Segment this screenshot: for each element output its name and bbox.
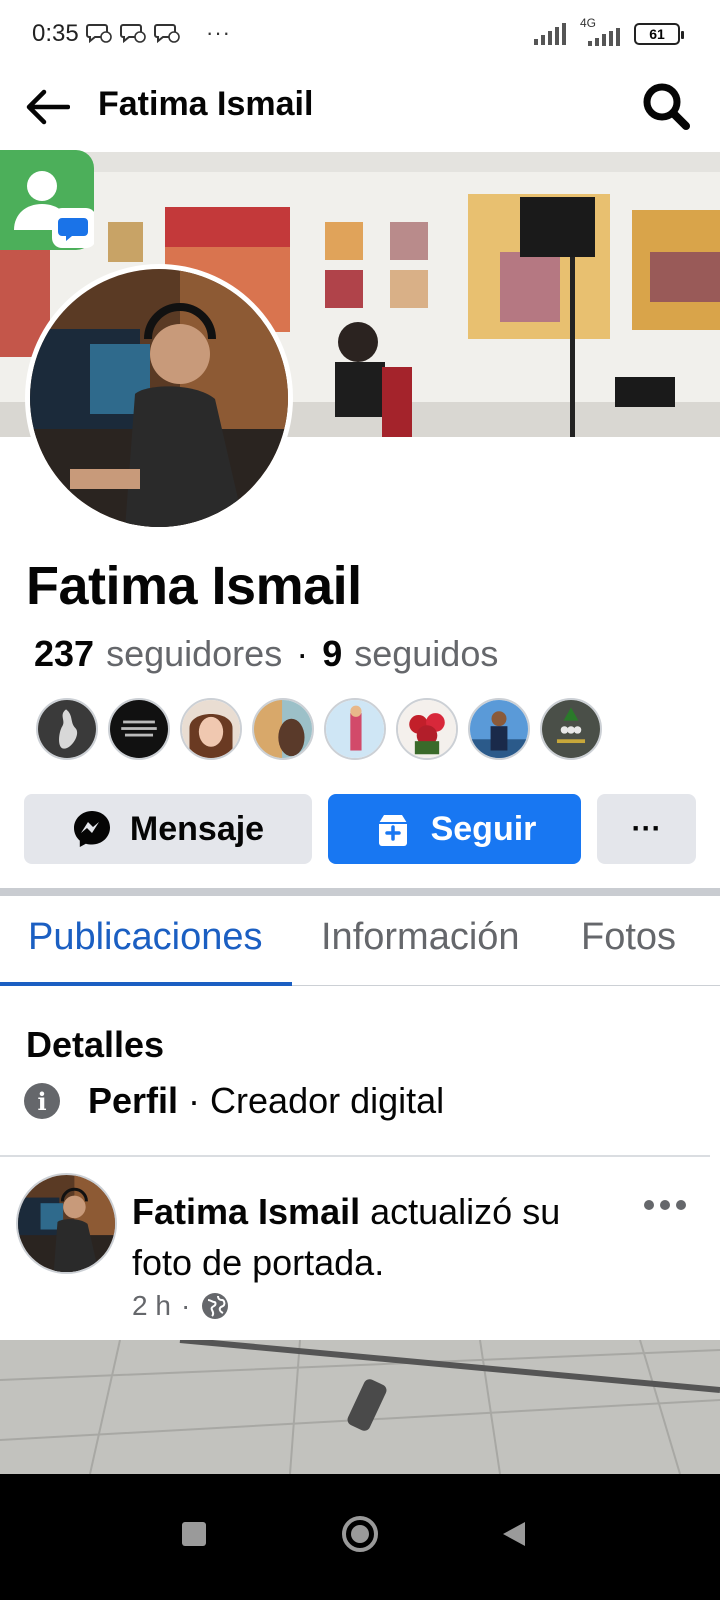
- battery-icon: 61: [634, 23, 684, 45]
- follow-button-label: Seguir: [430, 809, 537, 848]
- page-title: Fatima Ismail: [98, 85, 314, 123]
- arrow-left-icon: [26, 89, 70, 125]
- battery-level: 61: [649, 26, 665, 42]
- post-author-name[interactable]: Fatima Ismail: [132, 1191, 360, 1232]
- message-button[interactable]: Mensaje: [24, 794, 312, 864]
- follower-avatar[interactable]: [324, 698, 386, 760]
- back-nav-button[interactable]: [484, 1504, 544, 1564]
- circle-icon: [342, 1516, 378, 1552]
- following-label[interactable]: seguidos: [354, 633, 498, 675]
- chat-notification-icon: [120, 24, 146, 44]
- follower-avatar[interactable]: [108, 698, 170, 760]
- profile-stats: 237 seguidores · 9 seguidos: [34, 633, 498, 675]
- contact-icon: [14, 171, 96, 248]
- tab-fotos[interactable]: Fotos: [581, 916, 676, 959]
- status-indicators: 4G 61: [534, 16, 684, 46]
- signal-icon: [534, 23, 566, 45]
- profile-actions: Mensaje Seguir ···: [24, 794, 696, 864]
- post-meta: 2 h ·: [132, 1290, 230, 1322]
- messenger-icon: [73, 811, 110, 847]
- follower-avatar[interactable]: [540, 698, 602, 760]
- details-heading: Detalles: [26, 1024, 165, 1065]
- profile-avatar[interactable]: [25, 264, 293, 532]
- post-header-text: Fatima Ismail actualizó su foto de porta…: [132, 1186, 612, 1288]
- divider: [0, 1155, 710, 1157]
- chat-notification-icon: [154, 24, 180, 44]
- followers-label[interactable]: seguidores: [106, 633, 282, 675]
- follow-icon: [378, 815, 407, 846]
- back-button[interactable]: [22, 82, 72, 132]
- tab-informacion[interactable]: Información: [321, 916, 520, 959]
- follower-avatar[interactable]: [180, 698, 242, 760]
- meta-separator: ·: [180, 1290, 191, 1321]
- square-icon: [182, 1522, 206, 1546]
- follower-avatars: [36, 698, 602, 760]
- signal-icon: [588, 28, 620, 46]
- chat-notification-icon: [86, 24, 112, 44]
- tab-publicaciones[interactable]: Publicaciones: [28, 916, 262, 959]
- category-value: · Creador digital: [188, 1080, 445, 1121]
- follower-avatar[interactable]: [396, 698, 458, 760]
- message-button-label: Mensaje: [129, 809, 265, 848]
- more-options-label: ···: [631, 812, 662, 845]
- top-app-bar: Fatima Ismail: [0, 70, 720, 152]
- profile-name: Fatima Ismail: [26, 556, 362, 616]
- follower-avatar[interactable]: [468, 698, 530, 760]
- notification-icons: ···: [86, 22, 231, 44]
- globe-icon: [202, 1293, 229, 1319]
- search-icon: [643, 83, 690, 130]
- mobile-data-indicator: 4G: [578, 16, 622, 46]
- post-author-avatar[interactable]: [16, 1173, 117, 1274]
- follower-avatar[interactable]: [36, 698, 98, 760]
- home-button[interactable]: [330, 1504, 390, 1564]
- more-options-button[interactable]: ···: [597, 794, 696, 864]
- system-navigation-bar: [0, 1474, 720, 1600]
- search-button[interactable]: [638, 78, 694, 134]
- status-bar: 0:35 ··· 4G 61: [0, 0, 720, 70]
- followers-count[interactable]: 237: [34, 633, 94, 675]
- more-horizontal-icon: [644, 1200, 686, 1210]
- section-divider: [0, 888, 720, 896]
- triangle-back-icon: [503, 1522, 525, 1546]
- post-more-button[interactable]: [640, 1190, 690, 1220]
- details-category-row: i Perfil · Creador digital: [24, 1080, 444, 1122]
- following-count[interactable]: 9: [322, 633, 342, 675]
- active-tab-indicator: [0, 982, 292, 986]
- profile-tabs: Publicaciones Información Fotos: [0, 896, 720, 986]
- follow-button[interactable]: Seguir: [328, 794, 581, 864]
- post-image[interactable]: [0, 1340, 720, 1474]
- post-time[interactable]: 2 h: [132, 1290, 171, 1322]
- status-time: 0:35: [32, 20, 79, 47]
- info-icon: i: [24, 1083, 60, 1119]
- stats-separator: ·: [296, 633, 309, 674]
- more-notifications-indicator: ···: [206, 20, 231, 45]
- follower-avatar[interactable]: [252, 698, 314, 760]
- recents-button[interactable]: [164, 1504, 224, 1564]
- contacts-overlay-bubble[interactable]: [0, 150, 96, 250]
- author-photo: [18, 1175, 115, 1272]
- cover-update-image: [0, 1340, 720, 1474]
- profile-photo: [30, 269, 288, 527]
- category-label: Perfil: [88, 1080, 179, 1121]
